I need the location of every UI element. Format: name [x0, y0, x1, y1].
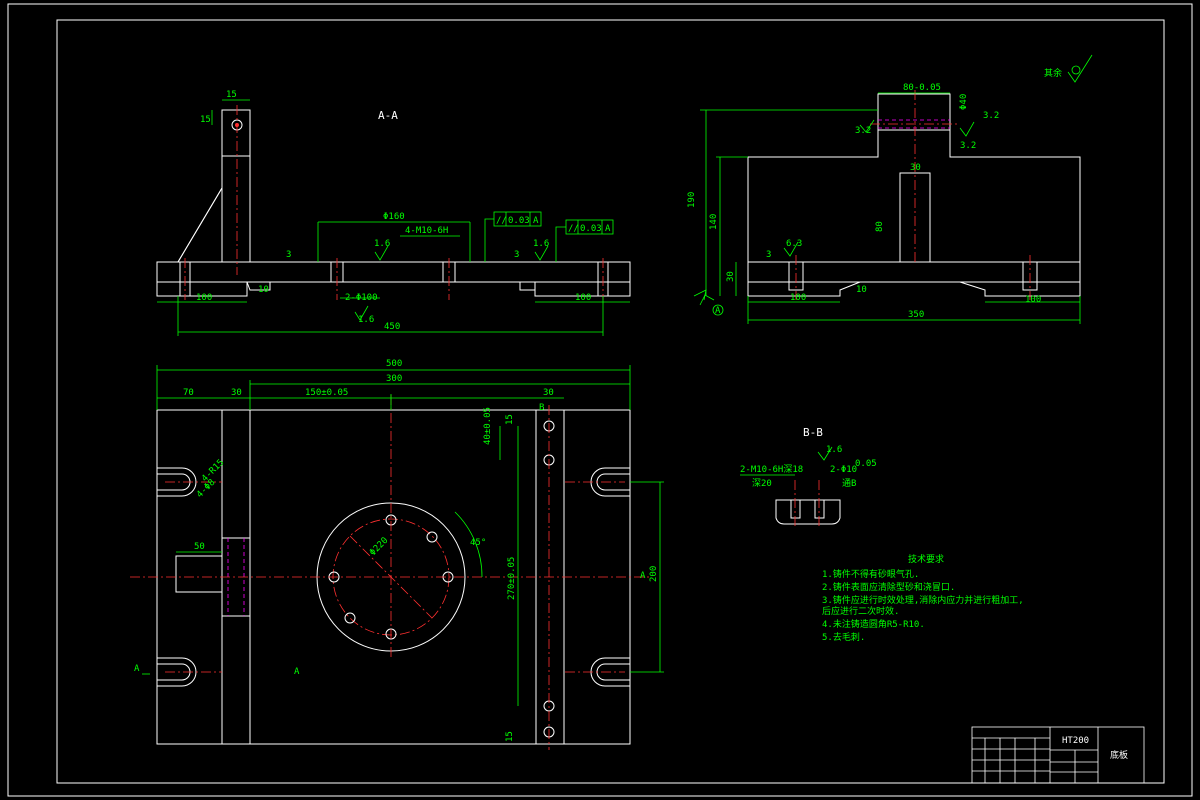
svg-text:140: 140 — [709, 214, 719, 230]
svg-text:2-Φ100: 2-Φ100 — [345, 293, 378, 303]
note-4: 4.未注铸造圆角R5-R10. — [822, 618, 925, 630]
svg-text:30: 30 — [910, 163, 921, 173]
notes-heading: 技术要求 — [908, 553, 944, 565]
svg-text:1.6: 1.6 — [374, 239, 390, 249]
svg-text:450: 450 — [384, 322, 400, 332]
svg-text:4-Φ8: 4-Φ8 — [195, 478, 217, 500]
svg-text:200: 200 — [649, 566, 659, 582]
svg-text:100: 100 — [575, 293, 591, 303]
svg-text:A: A — [640, 571, 646, 581]
svg-text:45°: 45° — [470, 538, 486, 548]
svg-text:A: A — [134, 664, 140, 674]
svg-text:3.2: 3.2 — [983, 111, 999, 121]
svg-text:30: 30 — [726, 271, 736, 282]
svg-text:通B: 通B — [842, 478, 856, 489]
svg-text:50: 50 — [194, 542, 205, 552]
svg-text:150±0.05: 150±0.05 — [305, 388, 348, 398]
part-name-label: 底板 — [1110, 749, 1128, 761]
svg-text:30: 30 — [231, 388, 242, 398]
svg-text:40±0.05: 40±0.05 — [483, 407, 493, 445]
svg-text:1.6: 1.6 — [826, 445, 842, 455]
svg-text:A: A — [294, 667, 300, 677]
svg-text:500: 500 — [386, 359, 402, 369]
svg-text:2-Φ10: 2-Φ10 — [830, 465, 857, 475]
svg-text:100: 100 — [790, 293, 806, 303]
section-aa-view: A-A 15 15 Φ160 4-M10-6H // 0.03 A // 0.0… — [156, 90, 631, 336]
svg-text:3: 3 — [286, 250, 291, 260]
svg-text:A: A — [715, 306, 721, 316]
cad-drawing: A-A 15 15 Φ160 4-M10-6H // 0.03 A // 0.0… — [7, 3, 1193, 797]
svg-text:0.03: 0.03 — [508, 216, 530, 226]
outer-border — [7, 3, 1193, 797]
note-3: 3.铸件应进行时效处理,消除内应力并进行粗加工, — [822, 594, 1024, 606]
svg-text:Φ40: Φ40 — [959, 94, 969, 110]
svg-text:70: 70 — [183, 388, 194, 398]
base-plate-hatch — [156, 261, 631, 283]
svg-text:15: 15 — [200, 115, 211, 125]
svg-text:3.2: 3.2 — [960, 141, 976, 151]
drawing-canvas: A-A 15 15 Φ160 4-M10-6H // 0.03 A // 0.0… — [0, 0, 1200, 800]
side-view: 80-0.05 Φ40 3.2 3.2 3.2 30 190 140 80 30… — [687, 54, 1093, 324]
svg-text:A: A — [533, 216, 539, 226]
svg-text:15: 15 — [226, 90, 237, 100]
svg-text:270±0.05: 270±0.05 — [507, 557, 517, 600]
svg-text:4-M10-6H: 4-M10-6H — [405, 226, 448, 236]
svg-text:300: 300 — [386, 374, 402, 384]
svg-text://: // — [496, 216, 507, 226]
svg-text:B: B — [539, 403, 544, 413]
svg-text:15: 15 — [505, 414, 515, 425]
technical-notes: 技术要求 1.铸件不得有砂眼气孔. 2.铸件表面应清除型砂和浇冒口. 3.铸件应… — [822, 553, 1024, 643]
svg-text:其余: 其余 — [1044, 67, 1062, 79]
note-2: 2.铸件表面应清除型砂和浇冒口. — [822, 581, 955, 593]
svg-text:1.6: 1.6 — [533, 239, 549, 249]
svg-text:B-B: B-B — [803, 426, 823, 439]
svg-text:100: 100 — [196, 293, 212, 303]
svg-text:1.6: 1.6 — [358, 315, 374, 325]
svg-text:Φ220: Φ220 — [368, 536, 390, 558]
svg-text:A: A — [605, 224, 611, 234]
svg-text:350: 350 — [908, 310, 924, 320]
svg-text:3: 3 — [514, 250, 519, 260]
svg-text:80-0.05: 80-0.05 — [903, 83, 941, 93]
title-block: HT200 底板 — [971, 726, 1145, 784]
svg-text:3: 3 — [766, 250, 771, 260]
note-3b: 后应进行二次时效. — [822, 605, 899, 617]
svg-text://: // — [568, 224, 579, 234]
upright-hatch — [221, 155, 251, 263]
svg-text:深20: 深20 — [752, 478, 772, 489]
section-bb-view: B-B 2-M10-6H深18 深20 2-Φ10 0.05 1.6 通B — [740, 426, 877, 528]
svg-text:80: 80 — [875, 221, 885, 232]
section-aa-title: A-A — [378, 109, 398, 122]
svg-text:10: 10 — [258, 285, 269, 295]
svg-text:30: 30 — [543, 388, 554, 398]
svg-text:15: 15 — [505, 731, 515, 742]
svg-text:2-M10-6H深18: 2-M10-6H深18 — [740, 464, 803, 475]
inner-frame — [56, 19, 1165, 784]
note-5: 5.去毛刺. — [822, 631, 865, 643]
plan-view: 500 300 70 30 150±0.05 30 B 15 40±0.05 4… — [130, 359, 664, 750]
svg-text:10: 10 — [856, 285, 867, 295]
svg-text:190: 190 — [687, 192, 697, 208]
svg-text:Φ160: Φ160 — [383, 212, 405, 222]
svg-text:100: 100 — [1025, 295, 1041, 305]
svg-text:0.03: 0.03 — [580, 224, 602, 234]
svg-text:6.3: 6.3 — [786, 239, 802, 249]
svg-text:0.05: 0.05 — [855, 459, 877, 469]
note-1: 1.铸件不得有砂眼气孔. — [822, 568, 919, 580]
material-label: HT200 — [1062, 736, 1089, 746]
